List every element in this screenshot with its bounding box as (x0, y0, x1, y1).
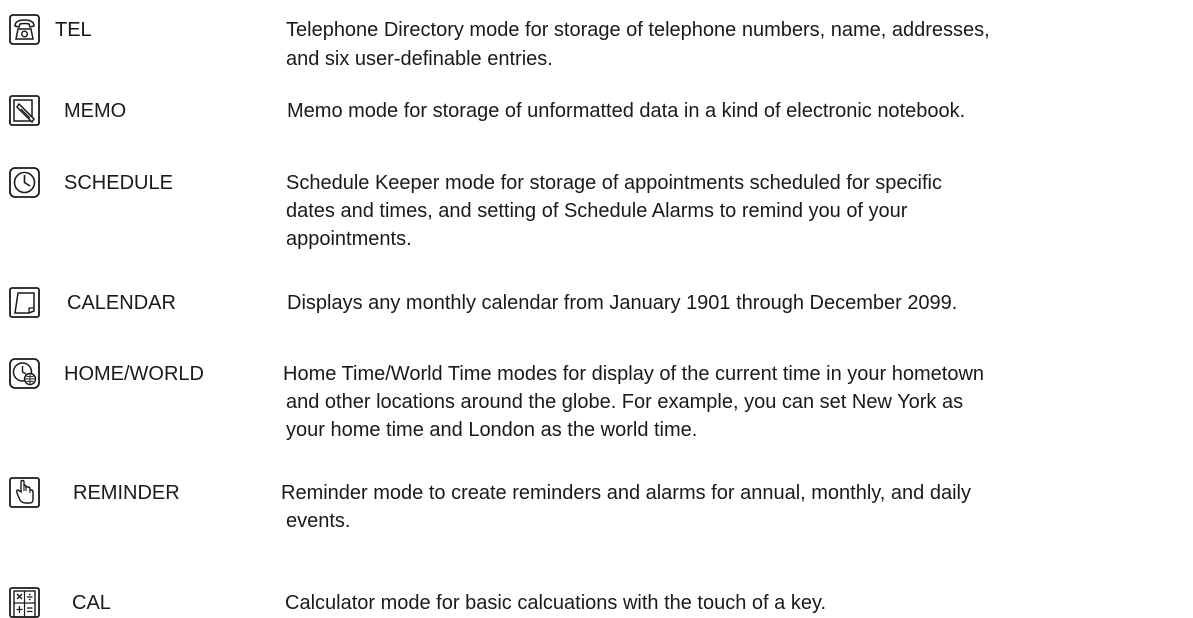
mode-description-line: and other locations around the globe. Fo… (286, 391, 964, 413)
mode-label: CALENDAR (67, 292, 176, 314)
mode-description-line: Memo mode for storage of unformatted dat… (287, 100, 966, 122)
mode-label: SCHEDULE (64, 172, 173, 194)
clock-icon (9, 167, 40, 198)
calculator-icon (9, 587, 40, 618)
mode-label: REMINDER (73, 482, 180, 504)
reminder-hand-icon (9, 477, 40, 508)
mode-description-line: Home Time/World Time modes for display o… (283, 363, 985, 385)
mode-label: HOME/WORLD (64, 363, 204, 385)
calendar-icon (9, 287, 40, 318)
mode-description-line: your home time and London as the world t… (286, 419, 698, 441)
memo-icon (9, 95, 40, 126)
mode-description-line: appointments. (286, 228, 412, 250)
mode-description-line: dates and times, and setting of Schedule… (286, 200, 908, 222)
mode-label: CAL (72, 592, 111, 614)
mode-description-line: events. (286, 510, 351, 532)
world-clock-icon (9, 358, 40, 389)
mode-description-line: Displays any monthly calendar from Janua… (287, 292, 958, 314)
telephone-icon (9, 14, 40, 45)
mode-description-line: Reminder mode to create reminders and al… (281, 482, 971, 504)
mode-description-line: and six user-definable entries. (286, 48, 553, 70)
mode-label: TEL (55, 19, 92, 41)
mode-description-line: Telephone Directory mode for storage of … (286, 19, 990, 41)
mode-label: MEMO (64, 100, 127, 122)
mode-description-line: Calculator mode for basic calcuations wi… (285, 592, 827, 614)
mode-description-line: Schedule Keeper mode for storage of appo… (286, 172, 942, 194)
